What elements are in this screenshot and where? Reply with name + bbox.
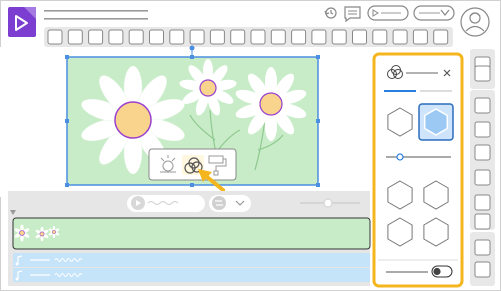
rail-button[interactable] (474, 194, 491, 211)
rail-button[interactable] (474, 144, 491, 161)
toolbar-button[interactable] (169, 29, 185, 45)
avatar[interactable] (460, 7, 490, 37)
timeline (8, 191, 371, 286)
top-toolbar (44, 27, 453, 47)
toolbar-button[interactable] (311, 29, 327, 45)
toolbar-button[interactable] (392, 29, 408, 45)
rail-button[interactable] (474, 65, 491, 82)
toolbar-button[interactable] (230, 29, 246, 45)
app-window (0, 0, 501, 291)
toolbar-button[interactable] (67, 29, 83, 45)
rail-button[interactable] (474, 121, 491, 138)
toolbar-button[interactable] (433, 29, 449, 45)
timeline-mode-toggle[interactable] (209, 195, 251, 212)
toolbar-button[interactable] (331, 29, 347, 45)
toolbar-button[interactable] (149, 29, 164, 45)
rail-button[interactable] (474, 239, 491, 256)
app-logo[interactable] (8, 7, 36, 37)
timeline-play-button[interactable] (127, 195, 205, 212)
toolbar-button[interactable] (412, 29, 428, 45)
app-screen (0, 0, 501, 291)
blend-shape-option[interactable] (418, 103, 454, 141)
rail-button[interactable] (474, 97, 491, 114)
rail-button[interactable] (474, 213, 491, 230)
toolbar-button[interactable] (209, 29, 225, 45)
toolbar-button[interactable] (270, 29, 286, 45)
audio-track-1[interactable] (13, 253, 370, 267)
video-clip[interactable] (12, 217, 371, 250)
toolbar-button[interactable] (128, 29, 144, 45)
toolbar-button[interactable] (352, 29, 367, 45)
toolbar-button[interactable] (372, 29, 388, 45)
right-rail (470, 49, 495, 286)
toolbar-button[interactable] (250, 29, 266, 45)
play-pill-button[interactable] (367, 5, 409, 21)
toolbar-button[interactable] (47, 29, 63, 45)
blend-panel (372, 52, 464, 288)
toolbar-button[interactable] (189, 29, 205, 45)
toolbar-button[interactable] (88, 29, 104, 45)
panel-toggle[interactable] (431, 265, 453, 278)
rail-button[interactable] (474, 261, 491, 278)
rail-button[interactable] (474, 169, 491, 186)
dropdown-pill-button[interactable] (413, 5, 455, 21)
toolbar-button[interactable] (108, 29, 124, 45)
audio-track-2[interactable] (13, 268, 370, 282)
toolbar-button[interactable] (291, 29, 307, 45)
